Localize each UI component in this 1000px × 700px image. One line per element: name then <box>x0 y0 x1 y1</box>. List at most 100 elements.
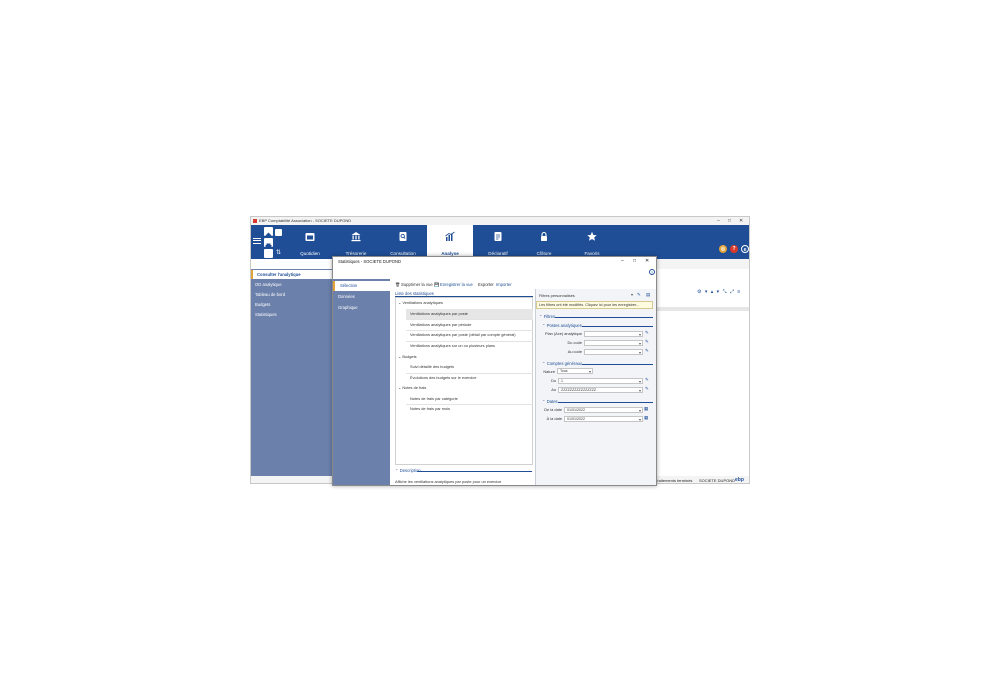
background-toolbar-icons: ⚙ ▾ ▴ ▾ ⤡ ⤢ ≡ <box>697 289 742 295</box>
sidebar-item-consulter-analytique[interactable]: Consulter l'analytique <box>251 270 333 279</box>
comptes-section-line <box>582 363 653 365</box>
dialog-help-icon[interactable]: ? <box>649 269 655 275</box>
star-icon <box>587 231 597 241</box>
from-code-label: Du code <box>567 340 583 345</box>
postes-section-line <box>582 325 653 327</box>
save-view-button[interactable]: Enregistrer la vue <box>440 282 473 287</box>
chart-icon <box>445 231 455 241</box>
account-icon[interactable]: e <box>741 245 749 253</box>
calendar-icon[interactable]: ▦ <box>644 406 648 412</box>
document-icon[interactable] <box>275 229 282 236</box>
save-filters-icon[interactable]: ▤ <box>646 292 650 298</box>
search-document-icon <box>399 232 407 241</box>
dates-section-line <box>558 401 653 403</box>
tab-tresorerie[interactable]: Trésorerie <box>336 225 376 259</box>
tree-item[interactable]: Ventilations analytiques par période <box>410 320 471 330</box>
tree-item[interactable]: Notes de frais par mois <box>410 404 450 414</box>
tree-node[interactable]: ⌄ Ventilations analytiques <box>398 298 532 308</box>
import-button[interactable]: Importer <box>496 282 512 287</box>
background-content: ⚙ ▾ ▴ ▾ ⤡ ⤢ ≡ <box>657 269 749 477</box>
maximize-button[interactable]: □ <box>728 217 731 225</box>
app-logo-icon <box>253 219 257 223</box>
tree-node[interactable]: ⌄ Budgets <box>398 352 532 362</box>
filters-panel: Filtres personnalisés ▾ ✎ ▤ ⌃ Filtres ⌃ … <box>535 289 656 485</box>
calendar-icon[interactable]: ▦ <box>644 415 648 421</box>
to-account-label: Au <box>551 387 556 392</box>
tab-declaratif[interactable]: Déclaratif <box>477 225 519 259</box>
title-bar: EBP Comptabilité Association - SOCIETE D… <box>251 217 749 225</box>
statistics-dialog: Statistiques - SOCIETE DUPOND – □ ✕ ? Sé… <box>332 256 657 486</box>
export-button[interactable]: Exporter <box>478 282 494 287</box>
postes-section-title: ⌃ Postes analytiques <box>542 323 582 328</box>
tree-item[interactable]: Notes de frais par catégorie <box>410 394 458 404</box>
status-company: SOCIETE DUPOND <box>699 478 736 483</box>
tree-item[interactable]: Évolutions des budgets sur le exercice <box>410 373 476 383</box>
tree-item[interactable]: Ventilations analytiques sur un ou plusi… <box>410 341 495 351</box>
chevron-down-icon: ▾ <box>638 417 641 422</box>
dialog-nav: Sélection Données Graphique <box>333 279 390 485</box>
nature-label: Nature <box>543 369 555 374</box>
sidebar-item-budgets[interactable]: Budgets <box>251 300 333 309</box>
from-account-field[interactable]: 1 ▾ <box>558 378 643 384</box>
statistics-tree: ⌄ Ventilations analytiques Ventilations … <box>395 297 533 465</box>
tab-consultation[interactable]: Consultation <box>382 225 424 259</box>
dialog-nav-selection[interactable]: Sélection <box>333 281 390 291</box>
bank-icon <box>351 232 361 242</box>
tree-item[interactable]: Ventilations analytiques par poste <box>406 309 533 319</box>
chevron-down-icon: ▾ <box>638 379 641 384</box>
sort-icon[interactable]: ⇅ <box>276 249 282 257</box>
tab-analyse[interactable]: Analyse <box>427 225 473 259</box>
plan-select[interactable]: ▾ <box>584 331 643 337</box>
declaration-icon <box>494 232 502 241</box>
nature-select[interactable]: Tous ▾ <box>557 368 593 374</box>
from-code-select[interactable]: ▾ <box>584 340 643 346</box>
filters-section-title: ⌃ Filtres <box>539 314 556 319</box>
sidebar-item-tableau-de-bord[interactable]: Tableau de bord <box>251 290 333 299</box>
tree-node[interactable]: ⌄ Notes de frais <box>398 383 532 393</box>
sidebar-item-statistiques[interactable]: Statistiques <box>251 310 333 319</box>
from-account-label: Du <box>551 378 556 383</box>
close-button[interactable]: ✕ <box>739 217 743 225</box>
sidebar: Consulter l'analytique OD analytique Tab… <box>251 269 333 477</box>
filters-modified-tooltip[interactable]: Les filtres ont été modifiés. Cliquez ic… <box>536 301 653 309</box>
dialog-nav-donnees[interactable]: Données <box>333 292 390 302</box>
tab-cloture[interactable]: Clôture <box>523 225 565 259</box>
edit-icon[interactable]: ✎ <box>645 377 649 383</box>
edit-icon[interactable]: ✎ <box>645 386 649 392</box>
filters-section-line <box>555 316 653 318</box>
comptes-section-title: ⌃ Comptes généraux <box>542 361 583 366</box>
help-icon[interactable]: ? <box>730 245 738 253</box>
chevron-down-icon: ▾ <box>638 341 641 346</box>
home-icon[interactable] <box>264 227 273 239</box>
dialog-minimize-button[interactable]: – <box>621 257 624 266</box>
custom-filters-dropdown-icon[interactable]: ▾ <box>631 292 633 297</box>
tree-item[interactable]: Ventilations analytiques par poste (déta… <box>410 330 516 340</box>
to-date-field[interactable]: 01/01/2022 ▾ <box>564 416 643 422</box>
notification-icon[interactable]: ◎ <box>719 245 727 253</box>
minimize-button[interactable]: – <box>717 217 720 225</box>
print-icon[interactable] <box>264 238 273 249</box>
tab-quotidien[interactable]: Quotidien <box>290 225 330 259</box>
dialog-nav-graphique[interactable]: Graphique <box>333 303 390 313</box>
to-account-field[interactable]: ZZZZZZZZZZZZZZZZ ▾ <box>558 387 643 393</box>
edit-icon[interactable]: ✎ <box>645 330 649 336</box>
chevron-down-icon: ▾ <box>638 408 641 413</box>
dialog-maximize-button[interactable]: □ <box>633 257 636 266</box>
custom-filters-label: Filtres personnalisés <box>539 293 575 298</box>
description-text: Affiche les ventilations analytiques par… <box>395 479 502 484</box>
edit-icon[interactable]: ✎ <box>645 348 649 354</box>
edit-icon[interactable]: ✎ <box>645 339 649 345</box>
dialog-close-button[interactable]: ✕ <box>645 257 649 266</box>
tab-favoris[interactable]: Favoris <box>571 225 613 259</box>
sidebar-item-od-analytique[interactable]: OD analytique <box>251 280 333 289</box>
edit-filters-icon[interactable]: ✎ <box>637 292 641 298</box>
delete-view-button[interactable]: Supprimer la vue <box>401 282 433 287</box>
from-date-field[interactable]: 01/01/2022 ▾ <box>564 407 643 413</box>
window-title: EBP Comptabilité Association - SOCIETE D… <box>259 218 352 223</box>
to-code-select[interactable]: ▾ <box>584 349 643 355</box>
image-icon[interactable] <box>264 249 273 258</box>
tree-item[interactable]: Suivi détaillé des budgets <box>410 362 454 372</box>
calendar-icon <box>305 233 315 241</box>
chevron-down-icon: ▾ <box>638 350 641 355</box>
menu-icon[interactable] <box>253 238 261 244</box>
